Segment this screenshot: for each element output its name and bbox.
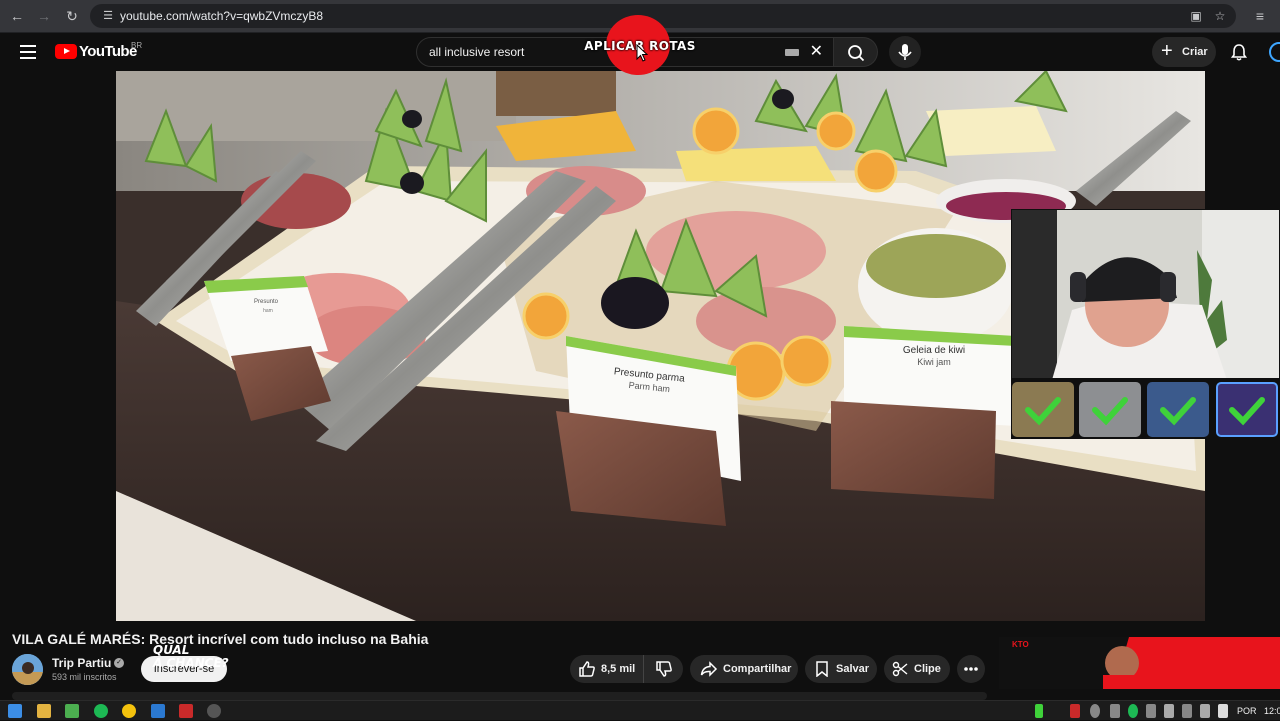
reading-list-icon[interactable]: ≡: [1250, 6, 1270, 26]
dislike-button[interactable]: [643, 655, 683, 683]
create-button[interactable]: + Criar: [1152, 37, 1216, 67]
logo-text: YouTube: [79, 43, 137, 60]
share-label: Compartilhar: [723, 663, 792, 675]
search-icon: [848, 45, 865, 62]
tray-icon[interactable]: [1070, 704, 1080, 718]
clock[interactable]: 12:0: [1264, 701, 1280, 721]
install-app-icon[interactable]: ▣: [1188, 8, 1204, 24]
clear-search-icon[interactable]: ✕: [810, 38, 823, 66]
comments-preview[interactable]: [12, 692, 987, 700]
channel-avatar-image: [12, 654, 43, 685]
verified-icon: ✓: [114, 658, 124, 668]
bookmark-star-icon[interactable]: ☆: [1212, 8, 1228, 24]
app-gray-icon[interactable]: [207, 704, 221, 718]
emote-strip: [1011, 379, 1280, 439]
channel-subscribers: 593 mil inscritos: [52, 672, 117, 682]
tray-icon[interactable]: [1090, 704, 1100, 718]
save-button[interactable]: Salvar: [805, 655, 877, 683]
card-left-subtitle: ham: [263, 308, 273, 314]
address-bar[interactable]: ☰ youtube.com/watch?v=qwbZVmczyB8 ▣ ☆: [90, 4, 1236, 28]
sponsored-banner[interactable]: [999, 637, 1280, 689]
more-dots-icon: [964, 667, 978, 671]
card-right-title: Geleia de kiwi: [903, 345, 965, 356]
clip-button[interactable]: Clipe: [884, 655, 950, 683]
tray-icon[interactable]: [1200, 704, 1210, 718]
channel-avatar[interactable]: [12, 654, 43, 685]
emote-cosmic: [1216, 382, 1278, 437]
app-red-icon[interactable]: [179, 704, 193, 718]
bell-icon[interactable]: [1229, 42, 1249, 62]
check-icon: [1092, 397, 1128, 426]
ad-headline: QUAL A CHANCE?: [153, 643, 229, 670]
language-indicator[interactable]: POR: [1237, 701, 1257, 721]
check-icon: [1160, 397, 1196, 426]
share-button[interactable]: Compartilhar: [690, 655, 798, 683]
more-actions-button[interactable]: [957, 655, 985, 683]
volume-icon[interactable]: [1218, 704, 1228, 718]
emote-rock: [1012, 382, 1074, 437]
address-url[interactable]: youtube.com/watch?v=qwbZVmczyB8: [120, 4, 323, 28]
card-left-title: Presunto: [254, 299, 279, 305]
menu-icon[interactable]: [20, 45, 36, 59]
tray-icon[interactable]: [1164, 704, 1174, 718]
chrome-icon[interactable]: [122, 704, 136, 718]
ad-brand: KTO: [1012, 640, 1029, 649]
site-info-icon[interactable]: ☰: [100, 8, 116, 24]
country-code: BR: [131, 41, 143, 50]
card-right-subtitle: Kiwi jam: [917, 357, 951, 367]
search-button[interactable]: [834, 37, 878, 67]
app-icon[interactable]: [65, 704, 79, 718]
thumbs-down-icon: [656, 661, 672, 677]
scissors-icon: [892, 661, 908, 677]
channel-name[interactable]: Trip Partiu: [52, 656, 111, 670]
plus-icon: +: [1161, 40, 1173, 62]
tray-icon[interactable]: [1146, 704, 1156, 718]
ad-background: [999, 637, 1280, 689]
file-explorer-icon[interactable]: [37, 704, 51, 718]
tray-icon[interactable]: [1182, 704, 1192, 718]
save-label: Salvar: [836, 663, 870, 675]
youtube-play-icon: [55, 44, 77, 59]
os-taskbar: POR 12:0: [0, 700, 1280, 720]
webcam-frame: [1012, 210, 1279, 378]
keyboard-icon[interactable]: [785, 49, 799, 56]
tray-icon[interactable]: [1110, 704, 1120, 718]
thumbs-up-icon: [579, 661, 595, 677]
tray-icon[interactable]: [1128, 704, 1138, 718]
search-query[interactable]: all inclusive resort: [429, 38, 524, 66]
voice-search-button[interactable]: [889, 36, 921, 68]
save-playlist-icon: [816, 661, 828, 677]
windows-start-icon[interactable]: [8, 704, 22, 718]
clip-label: Clipe: [914, 663, 941, 675]
create-label: Criar: [1182, 46, 1208, 58]
like-count: 8,5 mil: [601, 663, 636, 675]
emote-stone: [1079, 382, 1141, 437]
back-arrow-icon[interactable]: ←: [7, 6, 27, 26]
check-icon: [1229, 397, 1265, 426]
spotify-icon[interactable]: [94, 704, 108, 718]
mouse-cursor-icon: [636, 44, 648, 62]
tray-icon[interactable]: [1035, 704, 1043, 718]
app-blue-icon[interactable]: [151, 704, 165, 718]
mic-icon: [898, 44, 912, 60]
share-icon: [700, 661, 718, 677]
streamer-webcam: [1011, 209, 1280, 379]
emote-lightning: [1147, 382, 1209, 437]
check-icon: [1025, 397, 1061, 426]
avatar-icon[interactable]: [1269, 42, 1280, 62]
forward-arrow-icon[interactable]: →: [34, 6, 54, 26]
reload-icon[interactable]: ↻: [62, 6, 82, 26]
